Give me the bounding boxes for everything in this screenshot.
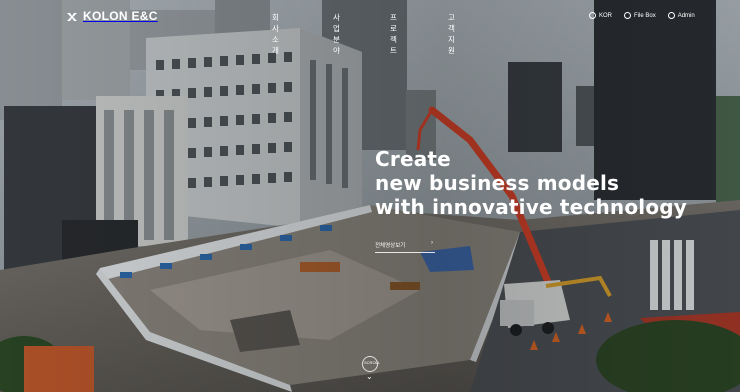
- nav-item-support[interactable]: 고객지원: [448, 12, 455, 56]
- arrow-right-icon: ›: [431, 240, 433, 246]
- nav-item-company[interactable]: 회사소개: [272, 12, 279, 56]
- brand-logo[interactable]: KOLON E&C: [66, 9, 158, 23]
- admin-label: Admin: [677, 12, 695, 19]
- language-link[interactable]: KOR: [589, 12, 612, 19]
- file-box-link[interactable]: File Box: [624, 12, 656, 19]
- admin-icon: [667, 12, 675, 19]
- language-label: KOR: [599, 12, 613, 19]
- brand-name: KOLON E&C: [83, 9, 158, 23]
- nav-item-business[interactable]: 사업분야: [333, 12, 340, 56]
- headline-line-1: Create: [375, 147, 451, 171]
- headline-line-3: with innovative technology: [375, 195, 688, 219]
- chevron-down-icon: ⌄: [366, 372, 373, 381]
- site-header: KOLON E&C 회사소개 사업분야 프로젝트 고객지원 KOR File B…: [0, 0, 740, 55]
- kolon-logo-icon: [66, 10, 78, 22]
- utility-menu: KOR File Box Admin: [589, 12, 695, 19]
- headline-line-2: new business models: [375, 171, 620, 195]
- nav-item-projects[interactable]: 프로젝트: [390, 12, 397, 56]
- hero-headline: Create new business models with innovati…: [375, 147, 687, 219]
- view-full-video-label: 전체영상보기: [375, 243, 406, 249]
- file-box-label: File Box: [634, 12, 656, 19]
- view-full-video-link[interactable]: 전체영상보기 ›: [375, 239, 435, 253]
- link-underline: [375, 252, 435, 253]
- scroll-label: SCROLL: [364, 360, 381, 365]
- globe-icon: [589, 12, 596, 19]
- admin-link[interactable]: Admin: [667, 12, 695, 19]
- file-box-icon: [624, 12, 632, 19]
- scroll-indicator[interactable]: SCROLL ⌄: [358, 356, 382, 388]
